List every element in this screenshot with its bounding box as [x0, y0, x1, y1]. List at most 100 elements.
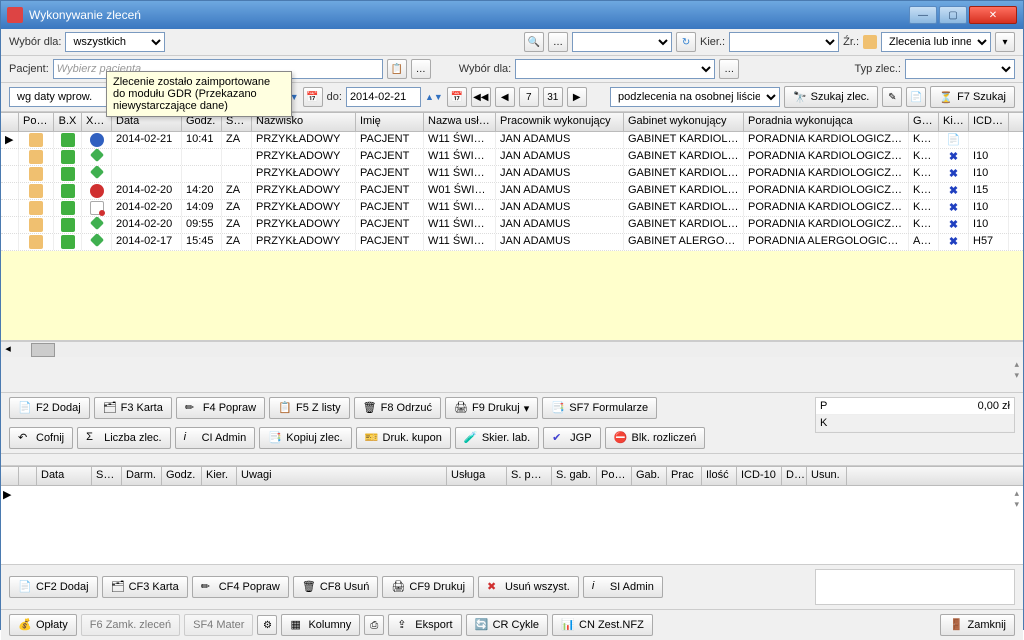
jgp-button[interactable]: ✔JGP	[543, 427, 600, 449]
sub-grid-body[interactable]: ▶ ▴▾	[1, 486, 1023, 564]
kier-combo[interactable]	[729, 32, 839, 52]
dropdown-icon[interactable]: ▾	[524, 402, 530, 415]
cf8-usun-button[interactable]: 🗑CF8 Usuń	[293, 576, 379, 598]
maximize-button[interactable]: ▢	[939, 6, 967, 24]
col-icd10[interactable]: ICD-10	[969, 113, 1009, 131]
horizontal-scrollbar[interactable]: ◂	[1, 341, 1023, 357]
collapse-icon[interactable]: ▴▾	[1014, 359, 1019, 381]
scol-sgab[interactable]: S. gab.	[552, 467, 597, 485]
refresh-icon[interactable]: ↻	[676, 32, 696, 52]
table-row[interactable]: PRZYKŁADOWYPACJENTW11 ŚWIADCJAN ADAMUSGA…	[1, 166, 1023, 183]
misc-icon[interactable]: ⎙	[364, 615, 384, 635]
doc-icon[interactable]: 📄	[906, 87, 926, 107]
settings-icon[interactable]: ⚙	[257, 615, 277, 635]
f4-popraw-button[interactable]: ✏F4 Popraw	[176, 397, 265, 419]
close-button[interactable]: ✕	[969, 6, 1017, 24]
nav-prev-icon[interactable]: ◀	[495, 87, 515, 107]
scol-icd[interactable]: ICD-10	[737, 467, 782, 485]
scol-stat[interactable]: Stat.	[92, 467, 122, 485]
scrollbar-thumb[interactable]	[31, 343, 55, 357]
f2-dodaj-button[interactable]: 📄F2 Dodaj	[9, 397, 90, 419]
scol-usluga[interactable]: Usługa	[447, 467, 507, 485]
col-usluga[interactable]: Nazwa usługi	[424, 113, 496, 131]
cf2-dodaj-button[interactable]: 📄CF2 Dodaj	[9, 576, 98, 598]
druk-kupon-button[interactable]: 🎫Druk. kupon	[356, 427, 451, 449]
cf3-karta-button[interactable]: 🗂CF3 Karta	[102, 576, 188, 598]
wybor-dla-combo[interactable]: wszystkich	[65, 32, 165, 52]
si-admin-button[interactable]: iSI Admin	[583, 576, 663, 598]
col-gabinet[interactable]: Gabinet wykonujący	[624, 113, 744, 131]
col-pracownik[interactable]: Pracownik wykonujący	[496, 113, 624, 131]
table-row[interactable]: PRZYKŁADOWYPACJENTW11 ŚWIADCJAN ADAMUSGA…	[1, 149, 1023, 166]
col-imie[interactable]: Imię	[356, 113, 424, 131]
wybor-clear-button[interactable]: …	[719, 59, 739, 79]
f3-karta-button[interactable]: 🗂F3 Karta	[94, 397, 172, 419]
col-kier[interactable]: Kier.	[939, 113, 969, 131]
f5-zlisty-button[interactable]: 📋F5 Z listy	[269, 397, 350, 419]
cn-zest-nfz-button[interactable]: 📊CN Zest.NFZ	[552, 614, 653, 636]
minimize-button[interactable]: —	[909, 6, 937, 24]
f8-odrzuc-button[interactable]: 🗑F8 Odrzuć	[354, 397, 441, 419]
f9-drukuj-button[interactable]: 🖨F9 Drukuj▾	[445, 397, 538, 419]
zr-combo[interactable]: Zlecenia lub inne	[881, 32, 991, 52]
scol-gab[interactable]: Gab.	[632, 467, 667, 485]
table-row[interactable]: ▶2014-02-2110:41ZAPRZYKŁADOWYPACJENTW11 …	[1, 132, 1023, 149]
nav-next-icon[interactable]: ▶	[567, 87, 587, 107]
empty-combo-1[interactable]	[572, 32, 672, 52]
sf7-formularze-button[interactable]: 📑SF7 Formularze	[542, 397, 657, 419]
zr-options-button[interactable]: ▾	[995, 32, 1015, 52]
splitter[interactable]	[1, 454, 1023, 466]
wybor-dla-2-combo[interactable]	[515, 59, 715, 79]
col-poradnia[interactable]: Poradnia wykonująca	[744, 113, 909, 131]
pacjent-clear-button[interactable]: …	[411, 59, 431, 79]
nav-first-icon[interactable]: ◀◀	[471, 87, 491, 107]
zamknij-button[interactable]: 🚪Zamknij	[940, 614, 1015, 636]
szukaj-zlec-button[interactable]: 🔭Szukaj zlec.	[784, 86, 878, 108]
scol-check[interactable]	[19, 467, 37, 485]
usun-wszyst-button[interactable]: ✖Usuń wszyst.	[478, 576, 579, 598]
podzlec-combo[interactable]: podzlecenia na osobnej liście	[610, 87, 780, 107]
pen-icon[interactable]: ✎	[882, 87, 902, 107]
scol-darm[interactable]: Darm.	[122, 467, 162, 485]
col-gab[interactable]: Gab.	[909, 113, 939, 131]
kopiuj-zlec-button[interactable]: 📑Kopiuj zlec.	[259, 427, 351, 449]
scol-indicator[interactable]	[1, 467, 19, 485]
table-row[interactable]: 2014-02-2014:09ZAPRZYKŁADOWYPACJENTW11 Ś…	[1, 200, 1023, 217]
date-from-calendar-icon[interactable]: 📅	[303, 87, 323, 107]
cr-cykle-button[interactable]: 🔄CR Cykle	[466, 614, 548, 636]
f7-szukaj-button[interactable]: ⏳F7 Szukaj	[930, 86, 1015, 108]
date-to-input[interactable]	[346, 87, 421, 107]
cf4-popraw-button[interactable]: ✏CF4 Popraw	[192, 576, 289, 598]
blk-rozliczen-button[interactable]: ⛔Blk. rozliczeń	[605, 427, 706, 449]
eksport-button[interactable]: ⇪Eksport	[388, 614, 461, 636]
search-icon-button[interactable]: 🔍	[524, 32, 544, 52]
cf9-drukuj-button[interactable]: 🖨CF9 Drukuj	[382, 576, 474, 598]
nav-month-icon[interactable]: 31	[543, 87, 563, 107]
scol-godz[interactable]: Godz.	[162, 467, 202, 485]
date-to-spinner[interactable]: ▲▼	[425, 92, 443, 102]
scol-dz[interactable]: Dz.	[782, 467, 807, 485]
table-row[interactable]: 2014-02-2009:55ZAPRZYKŁADOWYPACJENTW11 Ś…	[1, 217, 1023, 234]
skier-lab-button[interactable]: 🧪Skier. lab.	[455, 427, 539, 449]
typ-zlec-combo[interactable]	[905, 59, 1015, 79]
table-row[interactable]: 2014-02-2014:20ZAPRZYKŁADOWYPACJENTW01 Ś…	[1, 183, 1023, 200]
cofnij-button[interactable]: ↶Cofnij	[9, 427, 73, 449]
scol-data[interactable]: Data	[37, 467, 92, 485]
col-portal[interactable]: Portal	[19, 113, 54, 131]
liczba-zlec-button[interactable]: ΣLiczba zlec.	[77, 427, 170, 449]
scol-spora[interactable]: S. pora.	[507, 467, 552, 485]
scol-pora[interactable]: Pora.	[597, 467, 632, 485]
sub-collapse-icon[interactable]: ▴▾	[1014, 488, 1019, 510]
scol-uwagi[interactable]: Uwagi	[237, 467, 447, 485]
col-indicator[interactable]	[1, 113, 19, 131]
clear-button[interactable]: …	[548, 32, 568, 52]
table-row[interactable]: 2014-02-1715:45ZAPRZYKŁADOWYPACJENTW11 Ś…	[1, 234, 1023, 251]
nav-week-icon[interactable]: 7	[519, 87, 539, 107]
scol-ilosc[interactable]: Ilość	[702, 467, 737, 485]
pacjent-pick-button[interactable]: 📋	[387, 59, 407, 79]
scol-prac[interactable]: Prac	[667, 467, 702, 485]
col-bx[interactable]: B.X	[54, 113, 82, 131]
date-to-calendar-icon[interactable]: 📅	[447, 87, 467, 107]
oplaty-button[interactable]: 💰Opłaty	[9, 614, 77, 636]
main-grid-body[interactable]: ▶2014-02-2110:41ZAPRZYKŁADOWYPACJENTW11 …	[1, 132, 1023, 251]
